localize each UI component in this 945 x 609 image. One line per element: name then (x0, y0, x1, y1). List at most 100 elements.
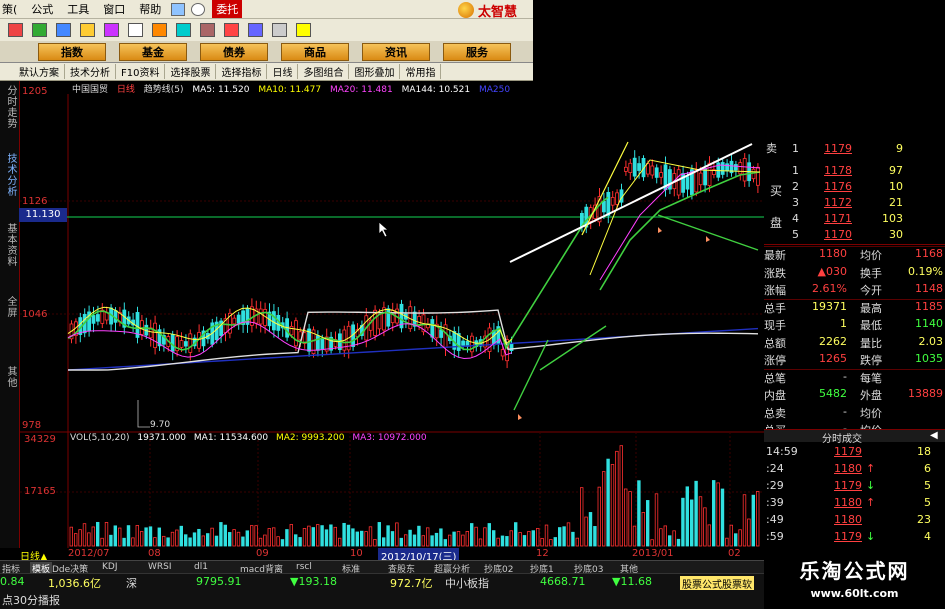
grid-icon[interactable] (32, 23, 47, 37)
tick-time: :24 (766, 462, 784, 475)
tick-volume: 5 (924, 496, 931, 509)
signal-marker (706, 236, 710, 242)
candle-body (742, 158, 747, 182)
tab-daily[interactable]: 日线 (267, 64, 299, 79)
quote-value: 2.03 (918, 334, 944, 348)
tab-common-indicator[interactable]: 常用指 (400, 64, 442, 79)
nav-commodity[interactable]: 商品 (281, 42, 349, 61)
tick-volume: 4 (924, 530, 931, 543)
menu-formula[interactable]: 公式 (24, 1, 60, 17)
promo-link[interactable]: 股票公式股票软 (680, 576, 754, 591)
ticks-header-label: 分时成交 (822, 434, 862, 445)
menu-tools[interactable]: 工具 (60, 1, 96, 17)
indicator-label: 趋势线(5) (143, 85, 184, 95)
print-icon[interactable] (272, 23, 287, 37)
indicator-tab[interactable]: WRSI (148, 562, 172, 572)
candle-body (632, 157, 637, 177)
volume-bar (584, 516, 588, 547)
tab-multi-chart[interactable]: 多图组合 (298, 64, 350, 79)
tab-f10[interactable]: F10资料 (116, 64, 166, 79)
orderbook-row[interactable]: 4 1171 103 (764, 212, 945, 228)
quote-value: 13889 (908, 387, 943, 400)
flag-icon[interactable] (8, 23, 23, 37)
window-icon[interactable] (248, 23, 263, 37)
nav-news[interactable]: 资讯 (362, 42, 430, 61)
tick-volume: 23 (917, 513, 931, 526)
alert-icon[interactable] (224, 23, 239, 37)
calc-icon[interactable] (128, 23, 143, 37)
orderbook-row[interactable]: 5 1170 30 (764, 228, 945, 244)
screen-icon[interactable] (171, 2, 186, 16)
tick-time: :39 (766, 496, 784, 509)
menu-strategy[interactable]: 策( (0, 1, 24, 17)
candle-body (725, 163, 729, 172)
nav-fund[interactable]: 基金 (119, 42, 187, 61)
menu-help[interactable]: 帮助 (132, 1, 168, 17)
globe-icon[interactable] (191, 2, 206, 16)
orderbook-row[interactable]: 3 1172 21 (764, 196, 945, 212)
volume-bar (703, 507, 707, 547)
menu-window[interactable]: 窗口 (96, 1, 132, 17)
price-tick: 1205 (22, 86, 48, 97)
candle-body (637, 163, 641, 171)
indicator-tab[interactable]: rscl (296, 562, 312, 572)
indicator-tab[interactable]: dl1 (194, 562, 208, 572)
kline-chart[interactable] (0, 80, 764, 550)
candle-body (170, 333, 175, 352)
star-icon[interactable] (80, 23, 95, 37)
chart-icon[interactable] (56, 23, 71, 37)
trend-line (509, 143, 753, 263)
report-icon[interactable] (176, 23, 191, 37)
volume-bar (258, 537, 263, 547)
news-icon[interactable] (104, 23, 119, 37)
period-label: 日线 (116, 85, 135, 95)
tick-volume: 18 (917, 445, 931, 458)
volume-bar (148, 526, 153, 547)
volume-bar (553, 537, 557, 547)
nav-service[interactable]: 服务 (443, 42, 511, 61)
volume-bar (346, 524, 351, 547)
orderbook-row[interactable]: 1 1178 97 (764, 164, 945, 180)
quote-label: 最低 (860, 319, 882, 332)
bell-icon[interactable] (152, 23, 167, 37)
volume-bar (483, 527, 487, 547)
orderbook-row[interactable]: 2 1176 10 (764, 180, 945, 196)
book-icon[interactable] (200, 23, 215, 37)
volume-bar (293, 534, 298, 547)
help-icon[interactable] (296, 23, 311, 37)
tab-select-indicator[interactable]: 选择指标 (216, 64, 268, 79)
volume-bar (104, 522, 109, 547)
nav-index[interactable]: 指数 (38, 42, 106, 61)
volume-bar (236, 531, 241, 547)
volume-bar (320, 525, 324, 547)
status-index: 9795.91 (196, 575, 242, 588)
ticks-expand-icon[interactable]: ◀ (930, 430, 938, 441)
tab-select-stock[interactable]: 选择股票 (165, 64, 217, 79)
entrust-button[interactable]: 委托 (212, 0, 243, 18)
candle-body (698, 172, 703, 186)
volume-bar (175, 529, 179, 547)
volume-bar (74, 533, 78, 547)
date-label: 2013/01 (632, 548, 674, 559)
candle-body (602, 200, 606, 213)
volume-bar (263, 534, 267, 547)
volume-bar (632, 525, 637, 547)
volume-bar (536, 528, 540, 547)
nav-bond[interactable]: 债券 (200, 42, 268, 61)
volume-bar (694, 480, 698, 547)
status-board[interactable]: 中小板指 (445, 575, 489, 591)
tab-default-scheme[interactable]: 默认方案 (14, 64, 65, 79)
vol-tick: 17165 (24, 486, 56, 497)
indicator-tab[interactable]: KDJ (102, 562, 118, 572)
tick-row: :39 1180 ↑ 5 (764, 496, 945, 512)
tick-arrow-icon: ↑ (866, 462, 876, 475)
volume-bar (201, 535, 205, 547)
tab-overlay[interactable]: 图形叠加 (349, 64, 401, 79)
orderbook-row[interactable]: 1 1179 9 (764, 142, 945, 158)
tab-technical[interactable]: 技术分析 (65, 64, 116, 79)
volume-bar (91, 526, 95, 547)
volume-bar (729, 524, 733, 547)
price-tick: 978 (22, 420, 42, 431)
quote-label: 每笔 (860, 371, 882, 385)
quote-value: 1265 (819, 352, 847, 365)
